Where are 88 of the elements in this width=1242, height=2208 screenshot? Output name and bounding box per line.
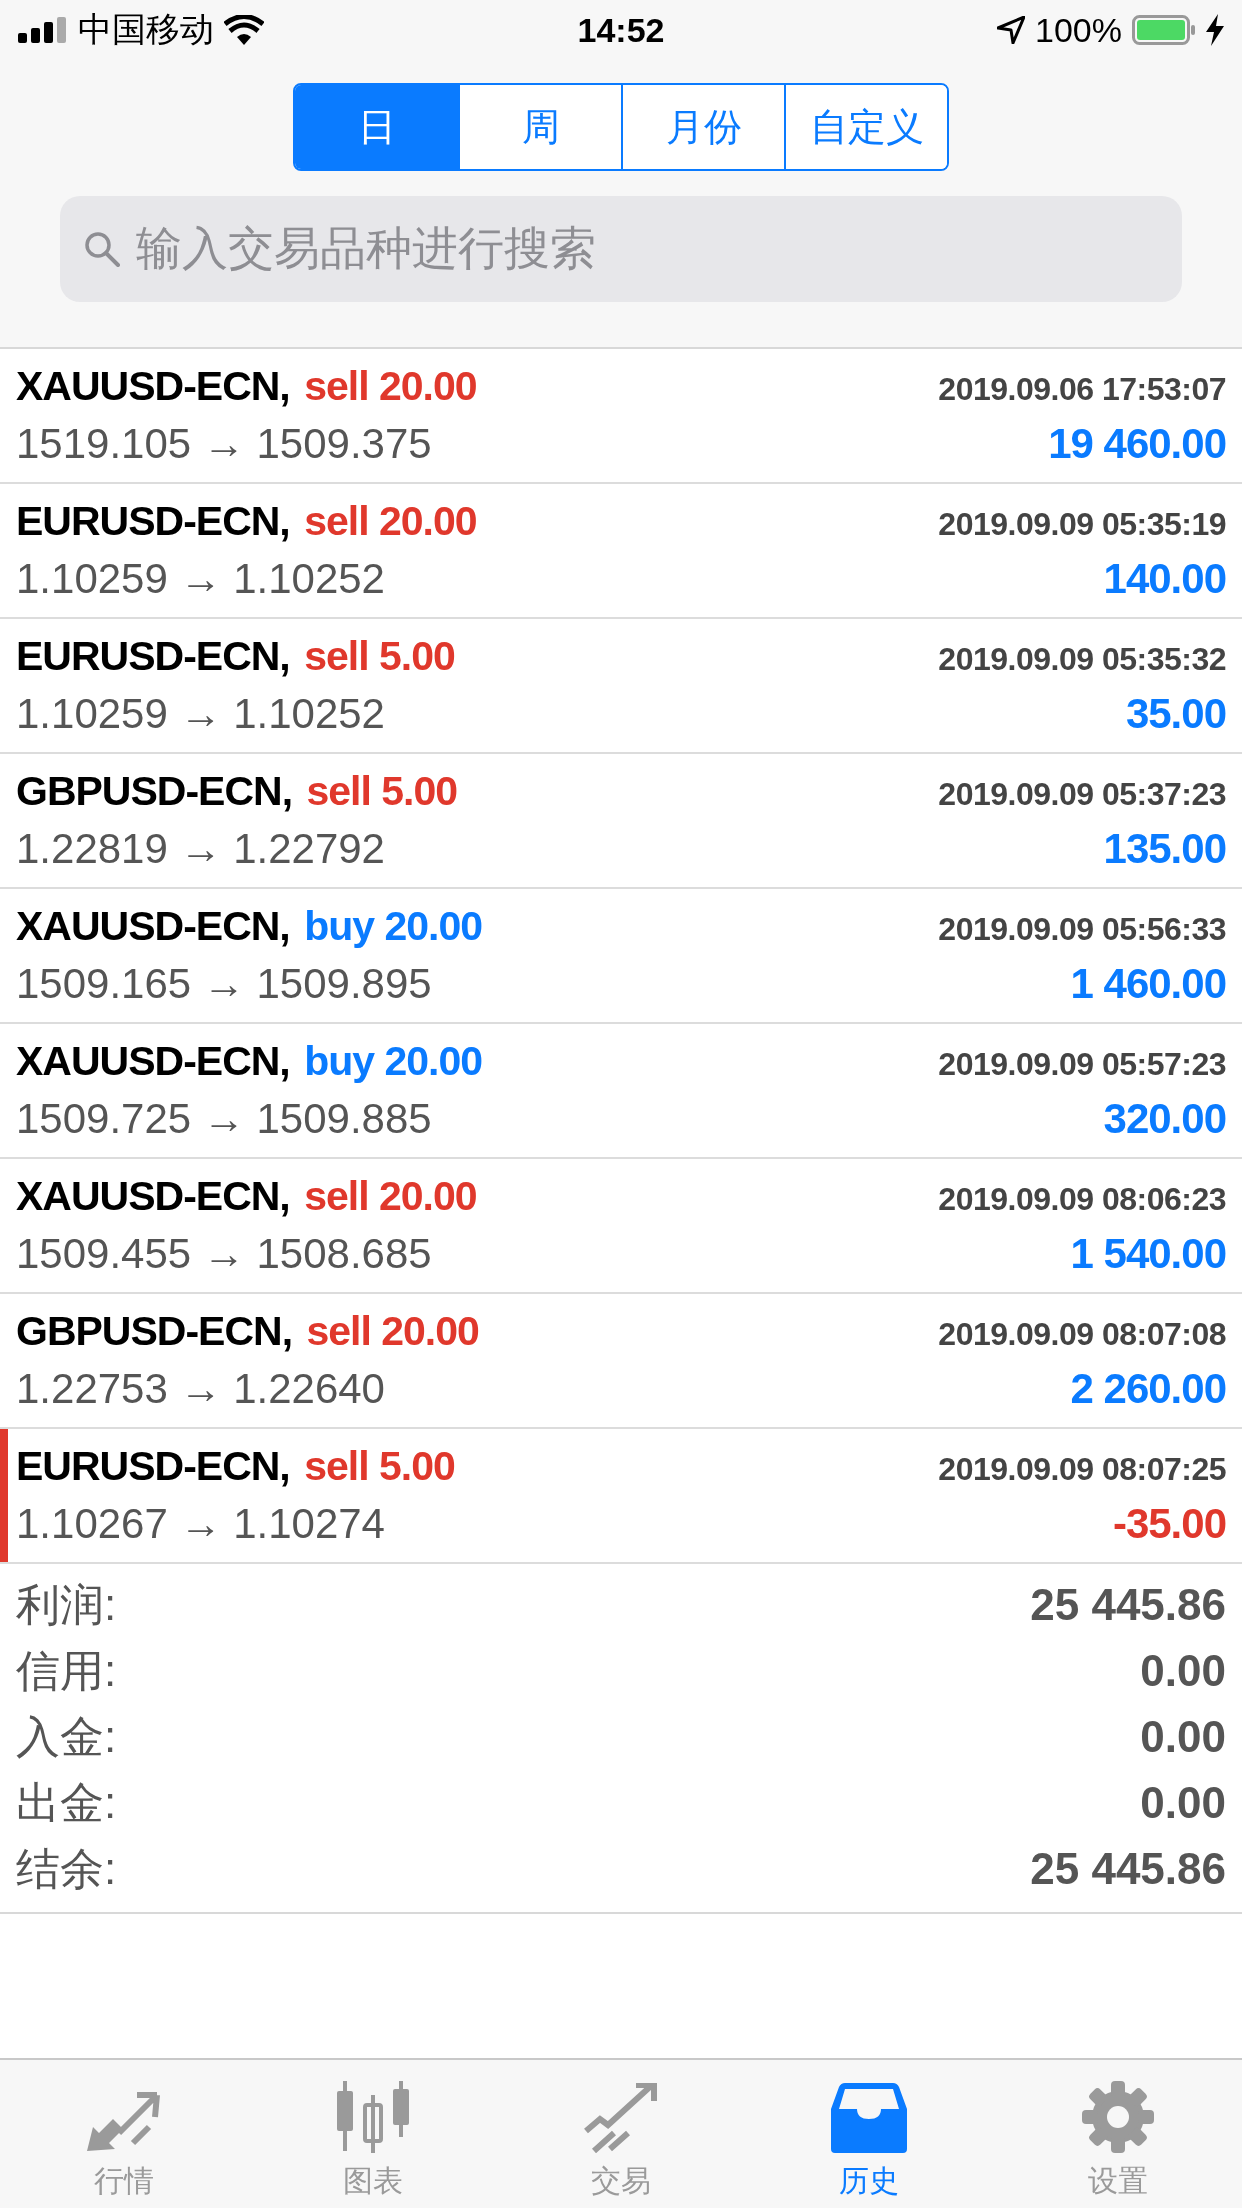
order-type: sell 5.00 xyxy=(306,768,458,814)
deal-row[interactable]: GBPUSD-ECN, sell 20.00 2019.09.09 08:07:08 1.22753 → 1.22640 2 260.00 xyxy=(0,1294,1242,1429)
search-field[interactable]: 输入交易品种进行搜索 xyxy=(60,196,1182,302)
summary-value: 0.00 xyxy=(1140,1778,1226,1828)
profit-value: 140.00 xyxy=(1103,555,1226,603)
symbol-name: EURUSD-ECN, xyxy=(16,1443,290,1489)
profit-value: 1 540.00 xyxy=(1070,1230,1226,1278)
symbol-name: XAUUSD-ECN, xyxy=(16,363,290,409)
symbol-name: GBPUSD-ECN, xyxy=(16,768,293,814)
search-icon xyxy=(84,231,120,267)
charging-bolt-icon xyxy=(1206,14,1224,46)
profit-value: 2 260.00 xyxy=(1070,1365,1226,1413)
summary-value: 0.00 xyxy=(1140,1646,1226,1696)
summary-label: 信用: xyxy=(16,1644,117,1697)
deal-time: 2019.09.09 08:06:23 xyxy=(938,1181,1226,1218)
period-tab[interactable]: 月份 xyxy=(621,85,784,169)
order-type: sell 20.00 xyxy=(304,1173,477,1219)
summary-value: 0.00 xyxy=(1140,1712,1226,1762)
deal-time: 2019.09.09 08:07:25 xyxy=(938,1451,1226,1488)
tab-bar-item[interactable]: 图表 xyxy=(248,2060,497,2208)
period-tab[interactable]: 日 xyxy=(295,85,458,169)
clock-time: 14:52 xyxy=(577,10,665,50)
deal-row[interactable]: XAUUSD-ECN, buy 20.00 2019.09.09 05:56:33 1509.165 → 1509.895 1 460.00 xyxy=(0,889,1242,1024)
trend-arrow-icon xyxy=(584,2083,658,2153)
price-range: 1.10267 → 1.10274 xyxy=(16,1500,385,1548)
location-arrow-icon xyxy=(997,16,1026,44)
deal-time: 2019.09.09 05:35:19 xyxy=(938,506,1226,543)
period-tab[interactable]: 自定义 xyxy=(784,85,947,169)
deal-time: 2019.09.09 05:56:33 xyxy=(938,911,1226,948)
signal-icon xyxy=(18,17,68,43)
battery-percent: 100% xyxy=(1035,10,1122,50)
profit-value: 1 460.00 xyxy=(1070,960,1226,1008)
summary-label: 结余: xyxy=(16,1842,117,1895)
symbol-name: EURUSD-ECN, xyxy=(16,498,290,544)
settings-icon xyxy=(1081,2081,1154,2153)
wifi-icon xyxy=(224,15,264,45)
price-range: 1.22819 → 1.22792 xyxy=(16,825,385,873)
search-placeholder: 输入交易品种进行搜索 xyxy=(136,221,596,276)
tab-bar-item[interactable]: 历史 xyxy=(745,2060,994,2208)
tab-bar-item[interactable]: 设置 xyxy=(993,2060,1242,2208)
summary-label: 出金: xyxy=(16,1776,117,1829)
symbol-name: GBPUSD-ECN, xyxy=(16,1308,293,1354)
deal-row[interactable]: GBPUSD-ECN, sell 5.00 2019.09.09 05:37:23 1.22819 → 1.22792 135.00 xyxy=(0,754,1242,889)
tab-bar-item[interactable]: 交易 xyxy=(496,2060,746,2208)
period-tab[interactable]: 周 xyxy=(458,85,621,169)
summary-value: 25 445.86 xyxy=(1030,1580,1226,1630)
order-type: buy 20.00 xyxy=(304,1038,483,1084)
deal-time: 2019.09.09 08:07:08 xyxy=(938,1316,1226,1353)
deal-row[interactable]: EURUSD-ECN, sell 5.00 2019.09.09 05:35:32 1.10259 → 1.10252 35.00 xyxy=(0,619,1242,754)
profit-value: 35.00 xyxy=(1125,690,1226,738)
price-range: 1.10259 → 1.10252 xyxy=(16,690,385,738)
order-type: sell 20.00 xyxy=(304,498,477,544)
profit-value: -35.00 xyxy=(1112,1500,1226,1548)
deal-row[interactable]: EURUSD-ECN, sell 5.00 2019.09.09 08:07:25 1.10267 → 1.10274 -35.00 xyxy=(0,1429,1242,1564)
profit-value: 135.00 xyxy=(1103,825,1226,873)
battery-icon xyxy=(1132,15,1196,45)
carrier-name: 中国移动 xyxy=(78,9,214,50)
summary-label: 入金: xyxy=(16,1710,117,1763)
price-range: 1509.455 → 1508.685 xyxy=(16,1230,432,1278)
deal-time: 2019.09.06 17:53:07 xyxy=(938,371,1226,408)
inbox-icon xyxy=(831,2083,908,2153)
price-range: 1.22753 → 1.22640 xyxy=(16,1365,385,1413)
order-type: sell 20.00 xyxy=(304,363,477,409)
order-type: sell 5.00 xyxy=(304,1443,455,1489)
price-range: 1519.105 → 1509.375 xyxy=(16,420,432,468)
deal-time: 2019.09.09 05:35:32 xyxy=(938,641,1226,678)
profit-value: 320.00 xyxy=(1103,1095,1226,1143)
order-type: buy 20.00 xyxy=(304,903,483,949)
order-type: sell 5.00 xyxy=(304,633,455,679)
summary-label: 利润: xyxy=(16,1578,117,1631)
deal-row[interactable]: XAUUSD-ECN, sell 20.00 2019.09.06 17:53:07 1519.105 → 1509.375 19 460.00 xyxy=(0,349,1242,484)
price-range: 1509.165 → 1509.895 xyxy=(16,960,432,1008)
candlestick-icon xyxy=(334,2081,411,2153)
symbol-name: XAUUSD-ECN, xyxy=(16,903,290,949)
deal-row[interactable]: XAUUSD-ECN, buy 20.00 2019.09.09 05:57:23 1509.725 → 1509.885 320.00 xyxy=(0,1024,1242,1159)
deal-time: 2019.09.09 05:57:23 xyxy=(938,1046,1226,1083)
symbol-name: EURUSD-ECN, xyxy=(16,633,290,679)
price-range: 1.10259 → 1.10252 xyxy=(16,555,385,603)
order-type: sell 20.00 xyxy=(306,1308,479,1354)
profit-value: 19 460.00 xyxy=(1048,420,1226,468)
symbol-name: XAUUSD-ECN, xyxy=(16,1038,290,1084)
deal-time: 2019.09.09 05:37:23 xyxy=(938,776,1226,813)
deal-row[interactable]: EURUSD-ECN, sell 20.00 2019.09.09 05:35:19 1.10259 → 1.10252 140.00 xyxy=(0,484,1242,619)
price-range: 1509.725 → 1509.885 xyxy=(16,1095,432,1143)
tab-bar-item[interactable]: 行情 xyxy=(0,2060,249,2208)
deal-row[interactable]: XAUUSD-ECN, sell 20.00 2019.09.09 08:06:23 1509.455 → 1508.685 1 540.00 xyxy=(0,1159,1242,1294)
summary-value: 25 445.86 xyxy=(1030,1844,1226,1894)
symbol-name: XAUUSD-ECN, xyxy=(16,1173,290,1219)
